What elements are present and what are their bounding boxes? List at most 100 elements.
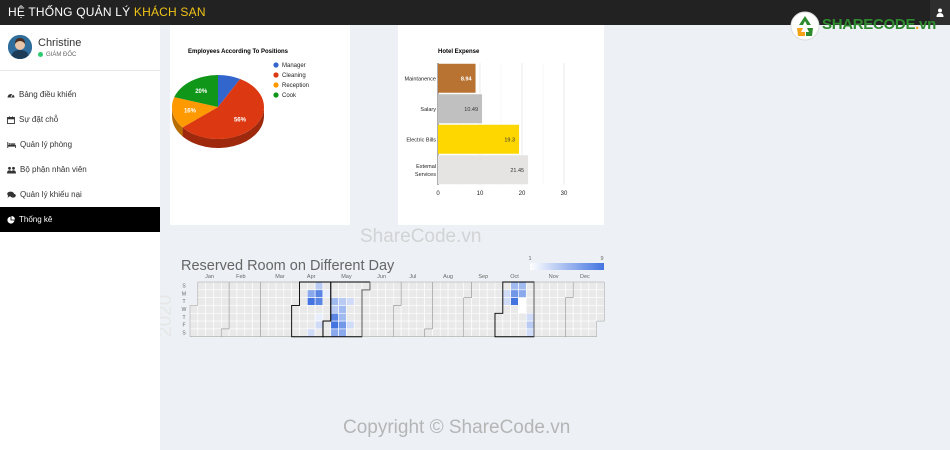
app-title[interactable]: HỆ THỐNG QUẢN LÝ KHÁCH SẠN [8,5,206,19]
calendar-day-cell [479,281,488,291]
calendar-day-cell [424,328,433,338]
calendar-day-cell [486,297,496,306]
calendar-day-cell [244,320,253,330]
app-title-highlight: KHÁCH SẠN [133,5,206,19]
calendar-day-cell [533,312,543,322]
calendar-day-cell [424,297,433,306]
calendar-day-cell [393,281,402,291]
calendar-day-cell [197,289,206,298]
calendar-day-cell [447,289,457,298]
calendar-year-label: 2020 [160,295,176,337]
calendar-day-cell [596,289,605,298]
calendar-day-cell [197,297,206,306]
calendar-day-cell [565,281,574,291]
pie-legend-swatch [273,82,279,88]
calendar-day-cell [205,297,214,306]
calendar-day-cell [400,281,410,291]
calendar-day-cell [393,289,402,298]
sidebar-item-rooms[interactable]: Quản lý phòng [0,132,160,157]
bar-x-tick-label: 0 [436,191,440,197]
bar-category-label: Extemal [416,164,436,170]
calendar-day-cell [463,320,472,330]
calendar-day-cell [338,305,347,314]
calendar-day-cell [244,297,253,306]
calendar-day-cell [557,281,566,291]
calendar-day-cell [205,312,214,322]
calendar-day-cell [502,305,511,314]
calendar-day-cell [346,312,355,322]
calendar-day-cell [525,281,535,291]
calendar-day-cell [463,281,472,291]
calendar-day-cell [424,289,433,298]
calendar-day-cell [322,281,332,291]
calendar-day-cell [596,305,605,314]
calendar-day-cell [432,289,441,298]
calendar-day-cell [197,328,206,338]
calendar-legend-min: 1 [528,256,531,262]
calendar-day-cell [549,281,558,291]
calendar-day-cell [353,305,363,314]
sidebar-item-staff[interactable]: Bộ phận nhân viên [0,157,160,182]
sidebar-item-dashboard[interactable]: Bảng điều khiển [0,82,160,107]
calendar-day-cell [228,289,238,298]
calendar-day-cell [408,320,418,330]
calendar-day-cell [525,328,535,338]
users-icon [7,166,16,173]
calendar-day-cell [377,289,386,298]
bar-x-axis: 0 10 20 30 [436,191,568,197]
calendar-day-cell [565,297,574,306]
calendar-day-cell [307,312,316,322]
calendar-month-labels: Jan Feb Mar Apr May Jun Jul Aug Sep Oct Nov Dec [205,274,590,280]
calendar-day-cell [314,297,324,306]
calendar-day-cell [236,281,246,291]
bar-x-tick-label: 30 [561,191,568,197]
hotel-expense-bar-chart[interactable]: Hotel Expense 8.94 Maintanence 10.49 Salary… [398,25,604,225]
calendar-day-cell [346,281,355,291]
calendar-day-cell [447,328,457,338]
reserved-room-calendar-chart[interactable]: Reserved Room on Different Day 19 Jan Feb… [155,225,605,450]
calendar-day-cell [314,289,324,298]
calendar-day-cell [486,289,496,298]
calendar-day-cell [580,320,590,330]
calendar-day-cell [369,297,378,306]
calendar-day-cell [213,320,222,330]
calendar-day-cell [400,289,410,298]
calendar-day-cell [369,305,378,314]
calendar-day-cell [479,328,488,338]
calendar-month-label: Nov [549,274,559,280]
calendar-day-cell [260,320,269,330]
calendar-day-cell [432,328,441,338]
calendar-day-cell [510,312,519,322]
calendar-day-cell [572,289,582,298]
sidebar-item-statistics[interactable]: Thống kê [0,207,160,232]
calendar-day-cell [369,328,378,338]
sidebar: Christine GIÁM ĐỐC Bảng điều khiển Sự đặ… [0,25,160,450]
calendar-day-cell [525,305,535,314]
calendar-legend-max: 9 [600,256,603,262]
calendar-day-cell [205,328,214,338]
calendar-month-label: Dec [580,274,590,280]
employees-pie-chart[interactable]: Employees According To Positions Manager… [170,25,350,225]
calendar-day-cell [471,328,480,338]
calendar-day-cell [330,320,339,330]
calendar-month-label: Feb [236,274,245,280]
calendar-day-cell [385,305,394,314]
avatar [8,35,32,59]
bar-x-tick-label: 20 [519,191,526,197]
calendar-day-cell [502,320,511,330]
calendar-day-cell [424,281,433,291]
calendar-day-cell [291,305,300,314]
calendar-icon [7,115,15,124]
user-profile[interactable]: Christine GIÁM ĐỐC [0,25,160,71]
calendar-day-cell [275,297,285,306]
calendar-day-cell [565,328,574,338]
calendar-day-cell [557,320,566,330]
calendar-day-cell [549,320,558,330]
calendar-day-cell [338,297,347,306]
calendar-day-cell [283,328,292,338]
sidebar-item-complaints[interactable]: Quản lý khiếu nại [0,182,160,207]
calendar-day-cell [408,328,418,338]
calendar-day-cell [471,320,480,330]
calendar-day-cell [236,312,246,322]
sidebar-item-booking[interactable]: Sự đặt chỗ [0,107,160,132]
